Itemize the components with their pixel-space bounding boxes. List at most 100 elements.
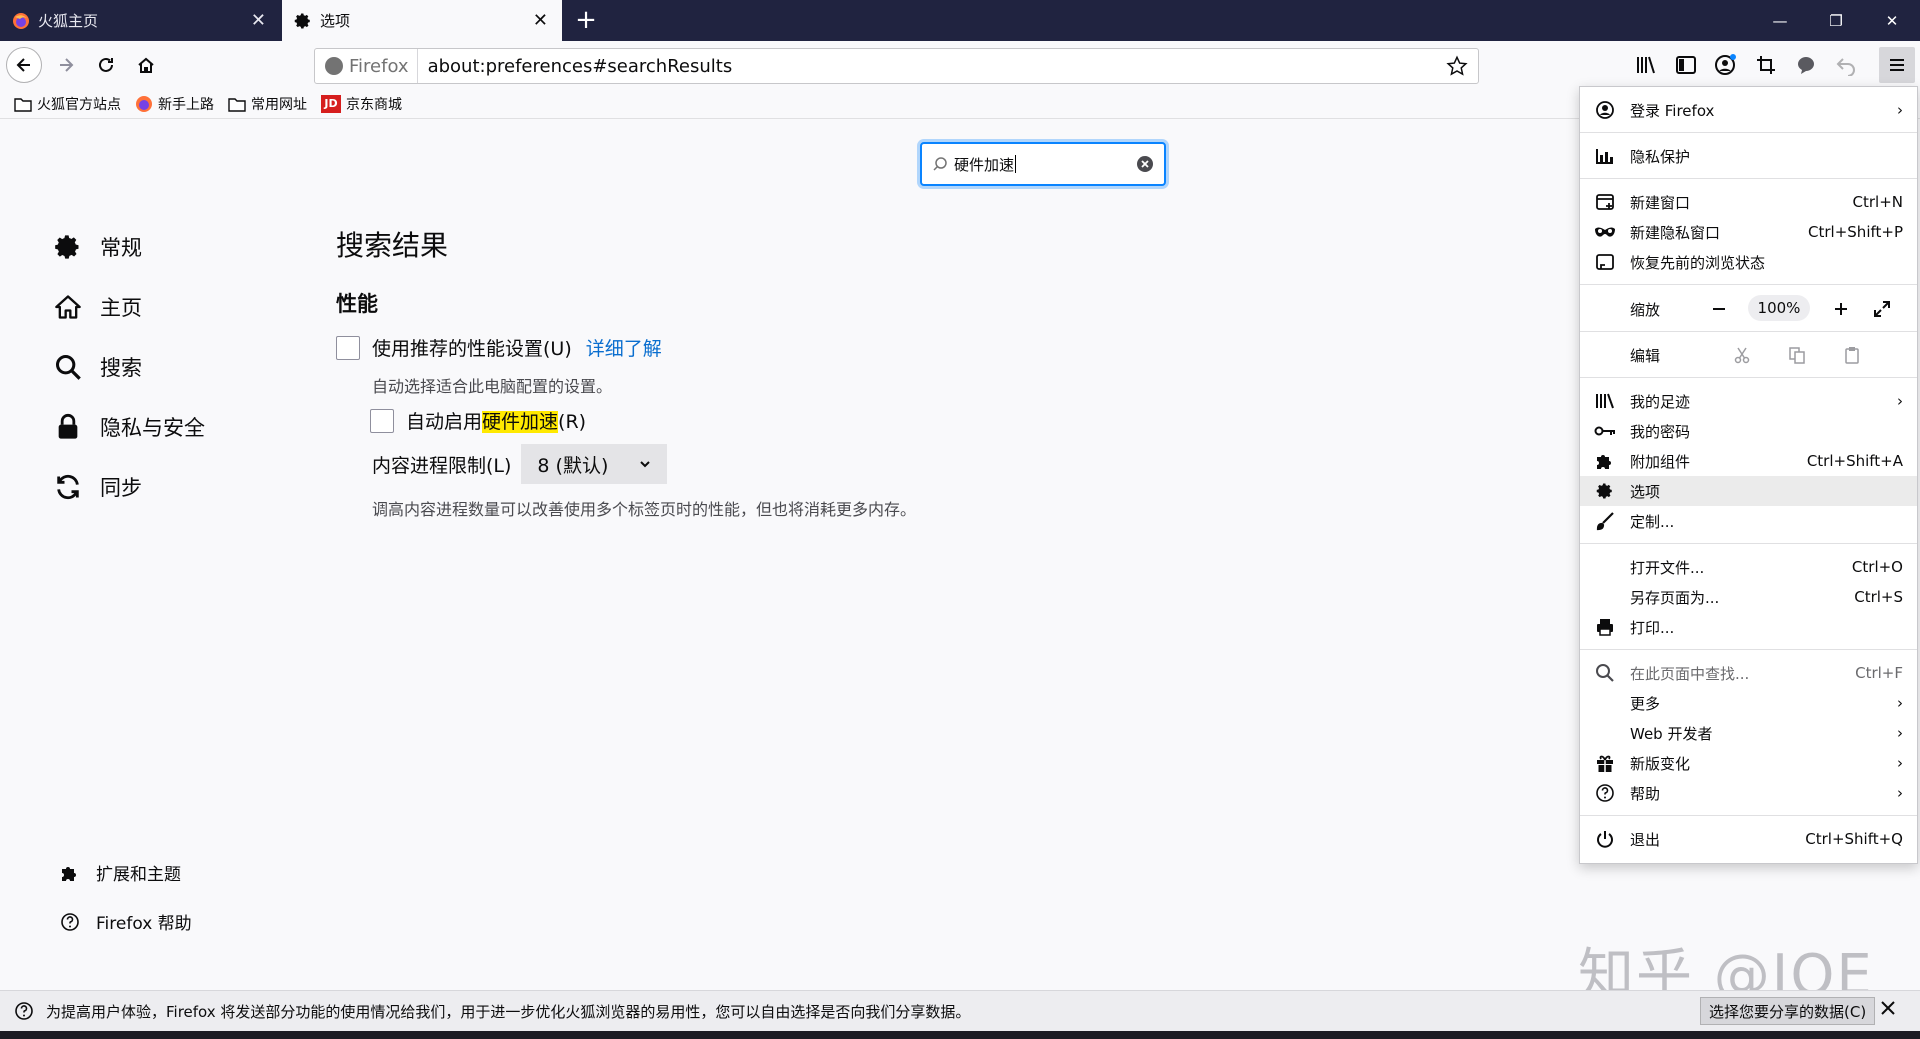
zoom-in-button[interactable]: [1827, 295, 1855, 323]
forward-button[interactable]: [48, 47, 84, 83]
choose-data-button[interactable]: 选择您要分享的数据(C): [1700, 997, 1876, 1025]
fullscreen-button[interactable]: [1868, 295, 1896, 323]
tab-firefox-home[interactable]: 火狐主页 ✕: [0, 0, 280, 41]
copy-icon[interactable]: [1783, 341, 1811, 369]
chevron-right-icon: ›: [1897, 754, 1903, 772]
home-button[interactable]: [128, 47, 164, 83]
zoom-reset-button[interactable]: 100%: [1748, 295, 1810, 321]
zoom-out-button[interactable]: [1705, 295, 1733, 323]
menu-options[interactable]: 选项: [1580, 476, 1917, 506]
notification-text: 为提高用户体验，Firefox 将发送部分功能的使用情况给我们，用于进一步优化火…: [46, 1002, 971, 1021]
menu-quit[interactable]: 退出 Ctrl+Shift+Q: [1580, 824, 1917, 854]
category-label: 主页: [100, 296, 142, 320]
chevron-right-icon: ›: [1897, 724, 1903, 742]
menu-print[interactable]: 打印...: [1580, 612, 1917, 642]
menu-web-developer[interactable]: Web 开发者 ›: [1580, 718, 1917, 748]
account-icon: [1594, 99, 1616, 121]
feedback-icon[interactable]: [1794, 53, 1818, 77]
checkbox-label[interactable]: 自动启用硬件加速(R): [406, 407, 586, 434]
category-label: 同步: [100, 476, 142, 500]
bookmark-label: 火狐官方站点: [37, 96, 121, 113]
menu-new-private-window[interactable]: 新建隐私窗口 Ctrl+Shift+P: [1580, 217, 1917, 247]
chevron-right-icon: ›: [1897, 392, 1903, 410]
extensions-themes-link[interactable]: 扩展和主题: [58, 860, 181, 885]
menu-privacy-protections[interactable]: 隐私保护: [1580, 141, 1917, 171]
bookmark-item[interactable]: 火狐官方站点: [14, 94, 121, 114]
bookmark-item[interactable]: 常用网址: [228, 94, 307, 114]
category-search[interactable]: 搜索: [52, 337, 205, 397]
sync-icon: [52, 471, 84, 503]
printer-icon: [1594, 616, 1616, 638]
process-limit-description: 调高内容进程数量可以改善使用多个标签页时的性能，但也将消耗更多内存。: [372, 500, 917, 519]
star-icon[interactable]: [1446, 55, 1468, 81]
new-tab-button[interactable]: +: [572, 6, 600, 34]
menu-restore-session[interactable]: 恢复先前的浏览状态: [1580, 247, 1917, 277]
hardware-acceleration-checkbox[interactable]: [370, 408, 394, 433]
close-icon[interactable]: ✕: [533, 10, 548, 31]
firefox-icon: [12, 12, 30, 30]
reload-icon: [99, 57, 113, 72]
identity-label: Firefox: [349, 55, 409, 77]
gift-icon: [1594, 752, 1616, 774]
identity-box[interactable]: Firefox: [315, 49, 418, 83]
url-bar[interactable]: Firefox about:preferences#searchResults: [314, 48, 1479, 84]
puzzle-icon: [58, 863, 82, 883]
close-icon[interactable]: ✕: [251, 10, 266, 31]
menu-open-file[interactable]: 打开文件... Ctrl+O: [1580, 552, 1917, 582]
account-icon[interactable]: [1714, 53, 1738, 77]
menu-help[interactable]: 帮助 ›: [1580, 778, 1917, 808]
section-heading: 性能: [336, 292, 378, 316]
brush-icon: [1594, 510, 1616, 532]
preferences-search-input[interactable]: 硬件加速: [920, 142, 1166, 186]
undo-icon[interactable]: [1834, 53, 1858, 77]
url-text[interactable]: about:preferences#searchResults: [418, 56, 733, 77]
firefox-help-link[interactable]: Firefox 帮助: [58, 909, 192, 934]
menu-addons[interactable]: 附加组件 Ctrl+Shift+A: [1580, 446, 1917, 476]
zoom-label: 缩放: [1630, 300, 1661, 319]
search-icon: [932, 156, 948, 172]
category-sync[interactable]: 同步: [52, 457, 205, 517]
menu-new-window[interactable]: 新建窗口 Ctrl+N: [1580, 187, 1917, 217]
gear-icon: [1594, 480, 1616, 502]
menu-more[interactable]: 更多 ›: [1580, 688, 1917, 718]
menu-button[interactable]: [1879, 47, 1915, 83]
restore-icon[interactable]: ❐: [1808, 0, 1864, 41]
bookmark-label: 新手上路: [158, 96, 214, 113]
menu-whats-new[interactable]: 新版变化 ›: [1580, 748, 1917, 778]
screenshot-icon[interactable]: [1754, 53, 1778, 77]
menu-library[interactable]: 我的足迹 ›: [1580, 386, 1917, 416]
chart-icon: [1594, 145, 1616, 167]
cut-icon[interactable]: [1728, 341, 1756, 369]
tab-label: 火狐主页: [38, 12, 99, 30]
minimize-icon[interactable]: —: [1752, 0, 1808, 41]
folder-icon: [14, 96, 32, 112]
menu-signin[interactable]: 登录 Firefox ›: [1580, 95, 1917, 125]
menu-customize[interactable]: 定制...: [1580, 506, 1917, 536]
close-window-icon[interactable]: ✕: [1864, 0, 1920, 41]
sidebar-icon[interactable]: [1674, 53, 1698, 77]
clear-icon[interactable]: [1136, 155, 1154, 177]
back-button[interactable]: [6, 47, 42, 83]
learn-more-link[interactable]: 详细了解: [586, 334, 662, 361]
category-general[interactable]: 常规: [52, 217, 205, 277]
lock-icon: [52, 411, 84, 443]
tab-strip: 火狐主页 ✕ 选项 ✕ + — ❐ ✕: [0, 0, 1920, 41]
category-home[interactable]: 主页: [52, 277, 205, 337]
menu-save-page[interactable]: 另存页面为... Ctrl+S: [1580, 582, 1917, 612]
tab-options[interactable]: 选项 ✕: [282, 0, 562, 41]
bookmark-item[interactable]: 新手上路: [135, 94, 214, 114]
reload-button[interactable]: [88, 47, 124, 83]
chevron-down-icon: [640, 461, 651, 468]
paste-icon[interactable]: [1838, 341, 1866, 369]
menu-find-in-page[interactable]: 在此页面中查找... Ctrl+F: [1580, 658, 1917, 688]
library-icon[interactable]: [1634, 53, 1658, 77]
close-icon[interactable]: [1880, 1000, 1896, 1020]
menu-logins[interactable]: 我的密码: [1580, 416, 1917, 446]
recommended-performance-checkbox[interactable]: [336, 335, 360, 360]
process-limit-select[interactable]: 8 (默认): [521, 444, 668, 484]
search-value[interactable]: 硬件加速: [954, 154, 1014, 175]
category-privacy[interactable]: 隐私与安全: [52, 397, 205, 457]
checkbox-label[interactable]: 使用推荐的性能设置(U): [372, 334, 572, 361]
firefox-icon: [135, 95, 153, 113]
bookmark-item[interactable]: JD 京东商城: [321, 94, 402, 114]
